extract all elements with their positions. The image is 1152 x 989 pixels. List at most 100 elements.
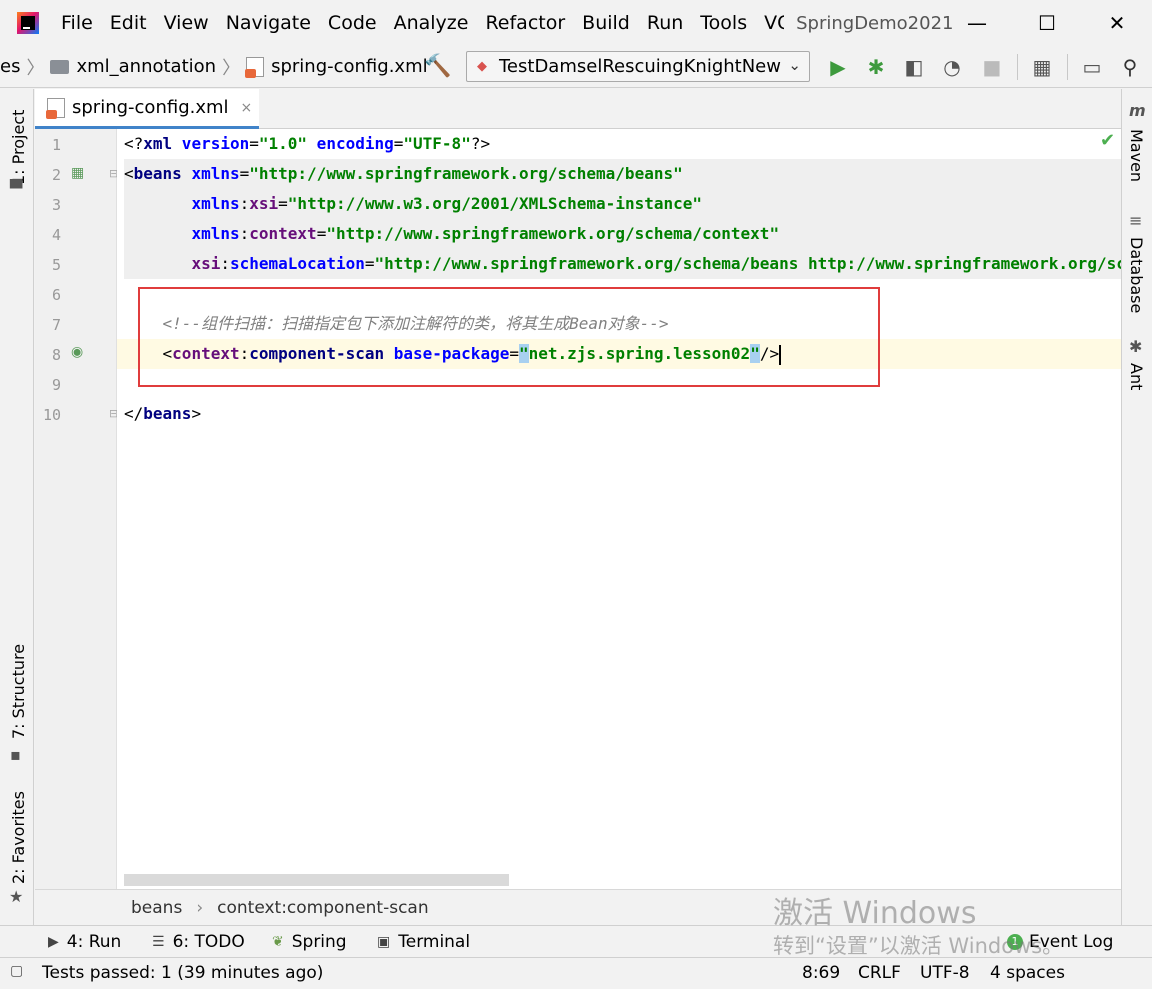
- menu-vcs[interactable]: VCS: [764, 12, 784, 34]
- editor-gutter: 1 2 3 4 5 6 7 8 9 10 ▦ ◉ ⊟ ⊟: [35, 129, 118, 889]
- status-line-separator[interactable]: CRLF: [858, 963, 901, 983]
- menu-view[interactable]: View: [164, 12, 209, 34]
- code-token: >: [191, 404, 202, 423]
- spring-tool-button[interactable]: ❦ Spring: [272, 932, 347, 952]
- code-token: xml: [143, 134, 173, 153]
- run-icon: ▶: [48, 934, 59, 950]
- spring-scan-gutter-icon[interactable]: ◉: [71, 344, 83, 360]
- terminal-tool-button[interactable]: ▣ Terminal: [377, 932, 470, 952]
- inspection-ok-icon[interactable]: ✔: [1100, 130, 1115, 151]
- structure-icon: ▪: [10, 745, 21, 764]
- minimize-button[interactable]: —: [942, 0, 1012, 46]
- run-icon[interactable]: ▶: [826, 55, 850, 79]
- menu-code[interactable]: Code: [328, 12, 377, 34]
- intellij-logo-icon: [17, 12, 39, 34]
- code-token: ?>: [470, 134, 491, 153]
- coverage-icon[interactable]: ◧: [902, 55, 926, 79]
- code-token: "1.0": [258, 134, 308, 153]
- tab-database[interactable]: Database: [1127, 237, 1146, 313]
- nav-crumb-label: xml_annotation: [76, 56, 217, 77]
- line-number: 1: [51, 136, 61, 154]
- code-line-2: <beans xmlns="http://www.springframework…: [124, 159, 683, 189]
- code-token: =: [316, 224, 327, 243]
- maximize-button[interactable]: ☐: [1012, 0, 1082, 46]
- window-title: SpringDemo2021: [796, 12, 954, 34]
- tab-project[interactable]: 1: Project: [9, 110, 28, 185]
- code-token: :: [220, 254, 230, 273]
- menu-navigate[interactable]: Navigate: [226, 12, 311, 34]
- code-token: "UTF-8": [403, 134, 471, 153]
- todo-tool-button[interactable]: ☰ 6: TODO: [152, 932, 245, 952]
- toolbar-separator: [1067, 54, 1068, 80]
- menu-run[interactable]: Run: [647, 12, 683, 34]
- presentation-icon[interactable]: ▭: [1080, 55, 1104, 79]
- tab-favorites[interactable]: 2: Favorites: [9, 791, 28, 884]
- maven-icon: m: [1129, 101, 1146, 120]
- menu-analyze[interactable]: Analyze: [394, 12, 469, 34]
- tab-structure[interactable]: 7: Structure: [9, 644, 28, 739]
- close-button[interactable]: ✕: [1082, 0, 1152, 46]
- navigation-bar: es 〉 xml_annotation 〉 spring-config.xml …: [0, 46, 1152, 88]
- code-token: =: [278, 194, 288, 213]
- status-icon[interactable]: ▢: [10, 963, 23, 979]
- code-token: </: [124, 404, 144, 423]
- run-tool-button[interactable]: ▶ 4: Run: [48, 932, 121, 952]
- menu-build[interactable]: Build: [582, 12, 630, 34]
- tab-maven[interactable]: Maven: [1127, 129, 1146, 182]
- search-icon[interactable]: ⚲: [1118, 55, 1142, 79]
- status-indent[interactable]: 4 spaces: [990, 963, 1065, 983]
- status-tests-message[interactable]: Tests passed: 1 (39 minutes ago): [42, 963, 323, 983]
- windows-activation-watermark-title: 激活 Windows: [773, 896, 977, 931]
- build-hammer-icon[interactable]: 🔨: [424, 54, 451, 79]
- horizontal-scrollbar[interactable]: [124, 874, 509, 886]
- code-line-4: xmlns:context="http://www.springframewor…: [124, 219, 779, 249]
- nav-crumb-spring-config[interactable]: spring-config.xml: [245, 56, 428, 78]
- code-token: xmlns: [191, 194, 240, 213]
- tab-label: spring-config.xml: [72, 97, 229, 118]
- project-structure-icon[interactable]: ▦: [1030, 55, 1054, 79]
- profile-icon[interactable]: ◔: [940, 55, 964, 79]
- menu-refactor[interactable]: Refactor: [485, 12, 565, 34]
- code-line-5: xsi:schemaLocation="http://www.springfra…: [124, 249, 1121, 279]
- breadcrumb-beans[interactable]: beans: [131, 898, 182, 918]
- run-configuration-dropdown[interactable]: ◆ TestDamselRescuingKnightNew ⌄: [466, 51, 810, 82]
- close-tab-icon[interactable]: ×: [241, 100, 253, 116]
- list-icon: ☰: [152, 934, 165, 950]
- chevron-right-icon: 〉: [222, 57, 241, 79]
- menu-file[interactable]: File: [61, 12, 93, 34]
- tab-ant[interactable]: Ant: [1127, 363, 1146, 390]
- tab-spring-config-xml[interactable]: spring-config.xml ×: [35, 89, 259, 129]
- status-encoding[interactable]: UTF-8: [920, 963, 970, 983]
- line-number: 7: [51, 316, 61, 334]
- code-token: <?: [124, 134, 144, 153]
- code-token: xsi: [191, 254, 221, 273]
- status-caret-position[interactable]: 8:69: [802, 963, 840, 983]
- breadcrumb-component-scan[interactable]: context:component-scan: [217, 898, 429, 918]
- line-number: 6: [51, 286, 61, 304]
- line-number: 10: [42, 406, 61, 424]
- menu-tools[interactable]: Tools: [700, 12, 747, 34]
- chevron-right-icon: 〉: [26, 57, 45, 79]
- debug-icon[interactable]: ✱: [864, 55, 888, 79]
- code-token: xsi: [249, 194, 279, 213]
- code-token: beans: [133, 164, 182, 183]
- star-icon: ★: [9, 887, 24, 906]
- toolbar-separator: [1017, 54, 1018, 80]
- spring-bean-gutter-icon[interactable]: ▦: [71, 165, 84, 181]
- chevron-down-icon: ⌄: [788, 56, 801, 74]
- menu-edit[interactable]: Edit: [110, 12, 147, 34]
- code-editor[interactable]: <?xml version="1.0" encoding="UTF-8"?> <…: [117, 129, 1121, 889]
- line-number: 9: [51, 376, 61, 394]
- todo-tool-label: 6: TODO: [172, 932, 245, 952]
- stop-icon[interactable]: ■: [980, 55, 1004, 79]
- database-icon: ≡: [1129, 211, 1143, 230]
- nav-crumb-xml-annotation[interactable]: xml_annotation: [50, 56, 216, 77]
- code-token: version: [172, 134, 250, 153]
- nav-crumb-truncated[interactable]: es: [0, 56, 20, 77]
- code-token: schemaLocation: [229, 254, 365, 273]
- menu-bar: File Edit View Navigate Code Analyze Ref…: [0, 0, 1152, 46]
- code-token: <: [124, 164, 134, 183]
- line-number: 4: [51, 226, 61, 244]
- spring-tool-label: Spring: [291, 932, 347, 952]
